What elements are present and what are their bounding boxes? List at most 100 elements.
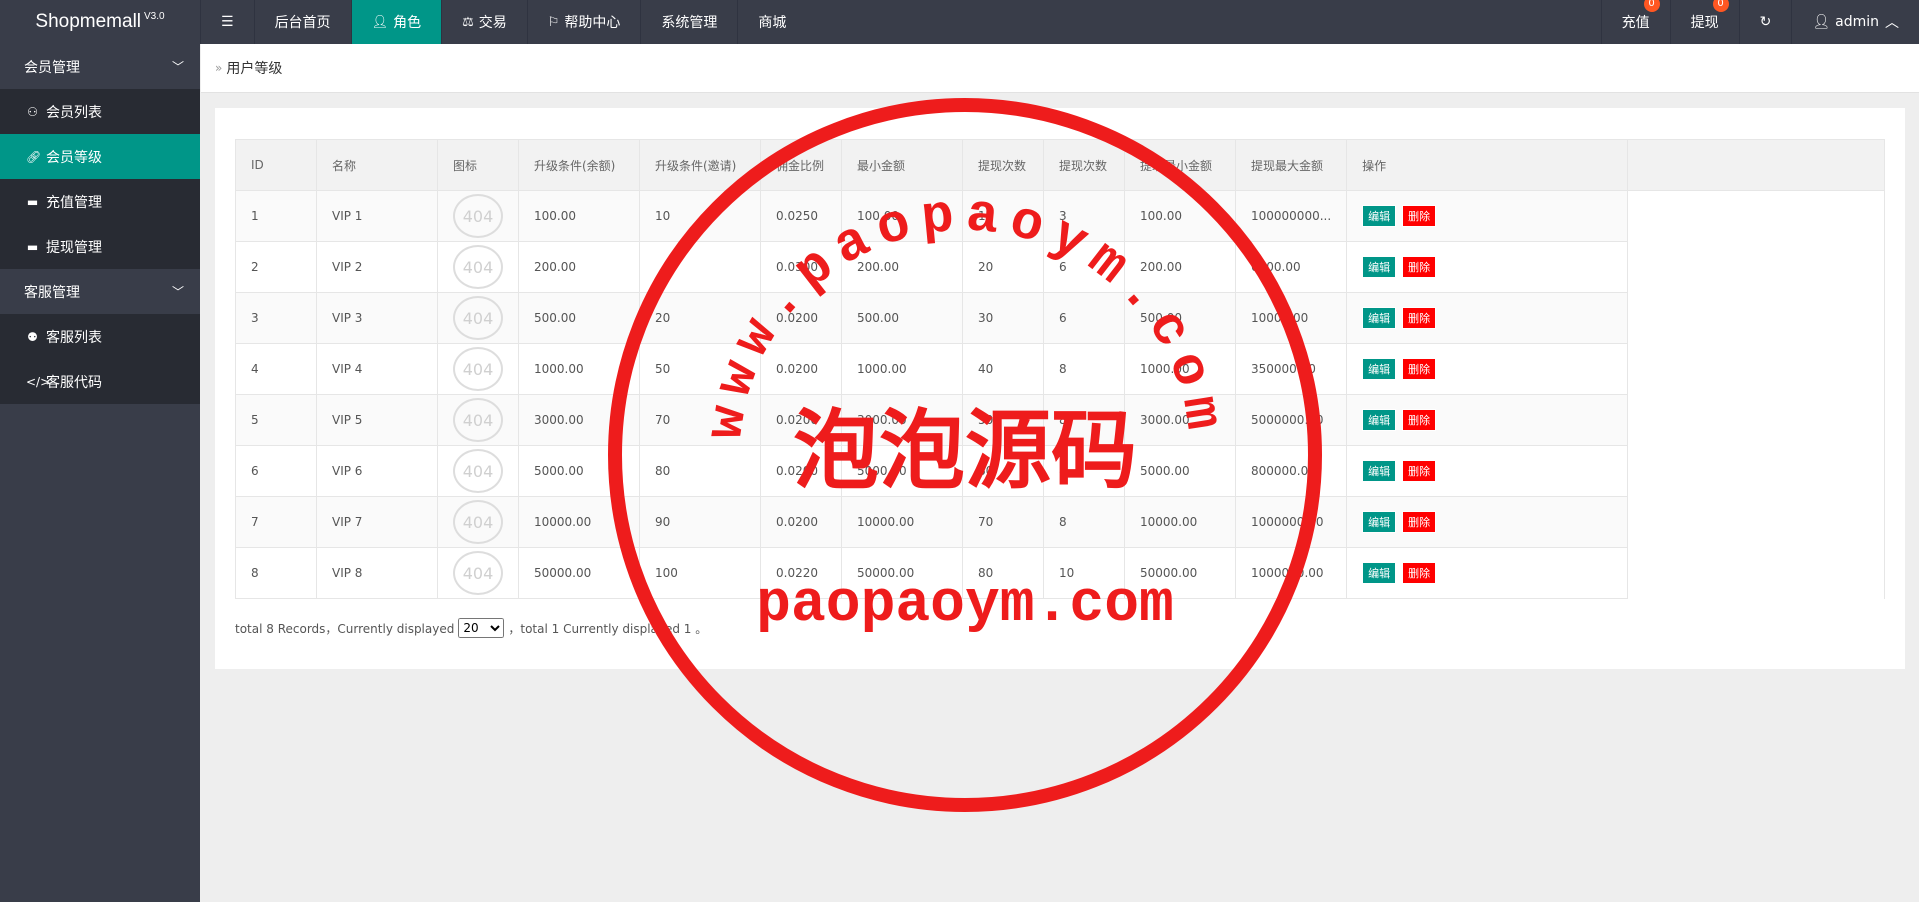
cell-balance: 3000.00 [518,394,640,446]
delete-button[interactable]: 删除 [1402,460,1437,482]
cell-c1: 10 [962,190,1044,242]
level-image-placeholder: 404 [453,347,503,391]
user-menu[interactable]: 👤︎ admin ︿ [1791,0,1919,44]
top-navbar: Shopmemall V3.0 ☰ 后台首页 👤︎ 角色 ⚖ 交易 ⚐ 帮助中心 系统管… [0,0,1919,44]
column-header[interactable]: 升级条件(邀请) [639,139,761,191]
column-header[interactable]: 佣金比例 [760,139,842,191]
column-header[interactable]: 提现次数 [1043,139,1125,191]
column-header[interactable]: 最小金额 [841,139,963,191]
sidebar-item-withdraw[interactable]: ▬ 提现管理 [0,224,200,269]
column-header[interactable]: 提现最小金额 [1124,139,1236,191]
cell-ratio: 0.0250 [760,190,842,242]
cell-balance: 1000.00 [518,343,640,395]
card-icon: ▬ [26,194,39,209]
nav-role[interactable]: 👤︎ 角色 [350,0,442,44]
edit-button[interactable]: 编辑 [1362,511,1397,533]
cell-icon: 404 [437,394,519,446]
cell-wmin: 200.00 [1124,241,1236,293]
edit-button[interactable]: 编辑 [1362,358,1397,380]
nav-trade[interactable]: ⚖ 交易 [441,0,527,44]
table-row[interactable]: 7 VIP 7 404 10000.00 90 0.0200 10000.00 70 8 1000… [235,496,1886,548]
cell-c1: 50 [962,394,1044,446]
withdraw-button[interactable]: 提现 0 [1669,0,1739,44]
app-version: V3.0 [144,10,165,22]
top-right-menu: 充值 0 提现 0 ↻ 👤︎ admin ︿ [1600,0,1919,44]
table-row[interactable]: 2 VIP 2 404 200.00 0.0300 200.00 20 6 200.00 6000… [235,241,1886,293]
sidebar-item-member-level[interactable]: 🔗︎ 会员等级 [0,134,200,179]
table-row[interactable]: 8 VIP 8 404 50000.00 100 0.0220 50000.00 80 10 50… [235,547,1886,599]
cell-c2: 8 [1043,394,1125,446]
cell-name: VIP 6 [316,445,438,497]
edit-button[interactable]: 编辑 [1362,256,1397,278]
level-image-placeholder: 404 [453,194,503,238]
users-icon: ⚉ [27,329,38,344]
cell-balance: 100.00 [518,190,640,242]
edit-button[interactable]: 编辑 [1362,460,1397,482]
column-header[interactable]: 名称 [316,139,438,191]
cell-empty [1627,394,1886,446]
cell-actions: 编辑 删除 [1346,343,1629,395]
scale-icon: ⚖ [462,14,474,30]
delete-button[interactable]: 删除 [1402,562,1437,584]
table-row[interactable]: 3 VIP 3 404 500.00 20 0.0200 500.00 30 6 500.00 10… [235,292,1886,344]
cell-c2: 8 [1043,496,1125,548]
app-logo[interactable]: Shopmemall V3.0 [0,0,200,44]
edit-button[interactable]: 编辑 [1362,409,1397,431]
cell-c2: 6 [1043,292,1125,344]
cell-min: 5000.00 [841,445,963,497]
nav-help[interactable]: ⚐ 帮助中心 [526,0,641,44]
edit-button[interactable]: 编辑 [1362,307,1397,329]
nav-system[interactable]: 系统管理 [640,0,737,44]
column-header[interactable]: 图标 [437,139,519,191]
delete-button[interactable]: 删除 [1402,205,1437,227]
column-header-empty [1627,139,1886,191]
delete-button[interactable]: 删除 [1402,307,1437,329]
sidebar-group-service[interactable]: 客服管理 ﹀ [0,269,200,314]
cell-balance: 10000.00 [518,496,640,548]
cell-icon: 404 [437,292,519,344]
sidebar-item-service-list[interactable]: ⚉ 客服列表 [0,314,200,359]
level-image-placeholder: 404 [453,245,503,289]
sidebar-item-label: 提现管理 [46,239,102,256]
cell-empty [1627,292,1886,344]
nav-mall[interactable]: 商城 [737,0,806,44]
cell-balance: 200.00 [518,241,640,293]
nav-mall-label: 商城 [758,15,787,31]
column-header[interactable]: 升级条件(余额) [518,139,640,191]
page-size-select[interactable]: 20 [458,618,505,638]
recharge-button[interactable]: 充值 0 [1600,0,1670,44]
table-row[interactable]: 4 VIP 4 404 1000.00 50 0.0200 1000.00 40 8 1000.0… [235,343,1886,395]
delete-button[interactable]: 删除 [1402,256,1437,278]
cell-actions: 编辑 删除 [1346,445,1629,497]
refresh-button[interactable]: ↻ [1738,0,1792,44]
table-row[interactable]: 6 VIP 6 404 5000.00 80 0.0200 5000.00 60 8 5000.0… [235,445,1886,497]
delete-button[interactable]: 删除 [1402,511,1437,533]
table-row[interactable]: 5 VIP 5 404 3000.00 70 0.0200 3000.00 50 8 3000.0… [235,394,1886,446]
sidebar-group-members[interactable]: 会员管理 ﹀ [0,44,200,89]
cell-min: 100.00 [841,190,963,242]
cell-wmin: 100.00 [1124,190,1236,242]
delete-button[interactable]: 删除 [1402,409,1437,431]
cell-id: 4 [235,343,317,395]
cell-wmax: 100000000... [1234,190,1348,242]
edit-button[interactable]: 编辑 [1362,205,1397,227]
sidebar-item-member-list[interactable]: ⚇ 会员列表 [0,89,200,134]
cell-invite: 80 [639,445,761,497]
cell-icon: 404 [437,190,519,242]
edit-button[interactable]: 编辑 [1362,562,1397,584]
column-header[interactable]: 提现最大金额 [1234,139,1348,191]
column-header[interactable]: ID [235,139,317,191]
cell-id: 5 [235,394,317,446]
table-row[interactable]: 1 VIP 1 404 100.00 10 0.0250 100.00 10 3 100.00 10… [235,190,1886,242]
delete-button[interactable]: 删除 [1402,358,1437,380]
cell-wmin: 5000.00 [1124,445,1236,497]
withdraw-badge: 0 [1712,0,1729,12]
sidebar-item-recharge[interactable]: ▬ 充值管理 [0,179,200,224]
sidebar-item-service-code[interactable]: </> 客服代码 [0,359,200,404]
nav-home[interactable]: 后台首页 [253,0,351,44]
menu-toggle-button[interactable]: ☰ [200,0,254,44]
double-chevron-right-icon: » [215,61,223,75]
column-header[interactable]: 提现次数 [962,139,1044,191]
cell-name: VIP 8 [316,547,438,599]
level-image-placeholder: 404 [453,398,503,442]
